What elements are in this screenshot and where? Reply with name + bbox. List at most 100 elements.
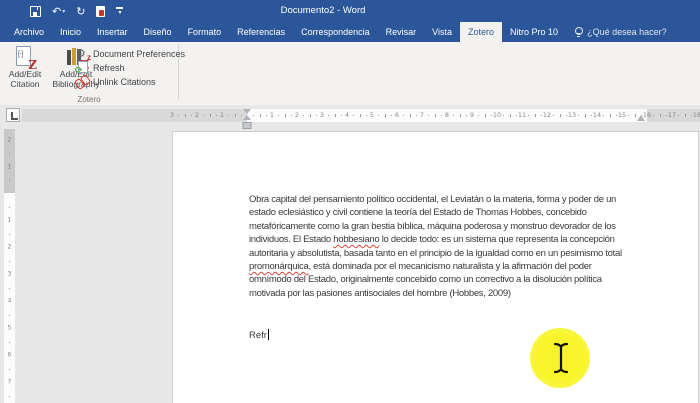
ruler-tick bbox=[334, 114, 336, 117]
ruler-tick bbox=[609, 114, 611, 117]
ruler-dot bbox=[240, 115, 242, 116]
ruler-tick bbox=[659, 114, 661, 117]
save-icon[interactable] bbox=[30, 5, 41, 17]
ruler-number: 2 bbox=[7, 242, 12, 251]
ruler-dot bbox=[9, 206, 10, 208]
ruler-tick bbox=[284, 114, 286, 117]
small-button-label: Unlink Citations bbox=[93, 76, 156, 87]
vertical-ruler[interactable]: 2 1 1 2 3 4 5 6 7 bbox=[4, 129, 15, 403]
ruler-dot bbox=[9, 395, 10, 397]
ruler-number: 14 bbox=[592, 111, 602, 119]
qat-customize-icon[interactable]: ▾ bbox=[116, 7, 124, 15]
refresh-icon bbox=[75, 61, 89, 76]
ruler-dot bbox=[578, 115, 580, 116]
help-label: ¿Qué desea hacer? bbox=[587, 27, 667, 37]
ruler-tick bbox=[309, 114, 311, 117]
ruler-number: 17 bbox=[667, 111, 677, 119]
ruler-dot bbox=[9, 368, 10, 370]
ribbon-tab-bar: Archivo Inicio Insertar Diseño Formato Refere… bbox=[0, 22, 700, 42]
ruler-dot bbox=[565, 115, 567, 116]
left-indent-marker[interactable] bbox=[242, 122, 252, 129]
ruler-dot bbox=[215, 115, 217, 116]
tab-correspondencia[interactable]: Correspondencia bbox=[293, 22, 378, 42]
nitro-pdf-icon[interactable] bbox=[96, 5, 106, 17]
ruler-tick bbox=[259, 114, 261, 117]
ruler-number: 1 bbox=[269, 111, 275, 119]
citation-document-icon: [-] Z bbox=[16, 46, 37, 71]
ruler-number: 1 bbox=[219, 111, 225, 119]
paragraph-line: estado eclesiástico y civil contiene la … bbox=[249, 207, 587, 219]
ruler-tick bbox=[534, 114, 536, 117]
ruler-dot bbox=[278, 115, 280, 116]
ruler-dot bbox=[690, 115, 692, 116]
ruler-number: 18 bbox=[692, 111, 700, 119]
ruler-tick bbox=[234, 114, 236, 117]
ruler-dot bbox=[440, 115, 442, 116]
paragraph-line: autoritaria y absolutista, basada tanto … bbox=[249, 247, 622, 259]
button-citation[interactable]: [-] Z Add/Edit Citation bbox=[6, 45, 44, 99]
tab-archivo[interactable]: Archivo bbox=[6, 22, 52, 42]
paragraph-line: promonárquica, está dominada por el meca… bbox=[249, 261, 592, 273]
tab-insertar[interactable]: Insertar bbox=[89, 22, 136, 42]
ruler-number: 8 bbox=[444, 111, 450, 119]
paragraph-line: motivada por las pasiones antisociales d… bbox=[249, 287, 511, 299]
ruler-dot bbox=[9, 287, 10, 289]
ruler-dot bbox=[340, 115, 342, 116]
button-label: Add/Edit Citation bbox=[8, 69, 42, 89]
ruler-dot bbox=[265, 115, 267, 116]
ruler-number: 6 bbox=[7, 350, 12, 359]
ruler-number: 13 bbox=[567, 111, 577, 119]
horizontal-ruler[interactable]: 3 2 1 1 2 3 4 5 6 7 8 9 10 11 12 13 14 15 16 17 18 bbox=[22, 109, 700, 129]
ruler-dot bbox=[9, 260, 10, 262]
tab-referencias[interactable]: Referencias bbox=[229, 22, 293, 42]
ruler-dot bbox=[303, 115, 305, 116]
paragraph-line: omnímodo del Estado, originalmente conce… bbox=[249, 274, 602, 286]
ruler-number: 6 bbox=[394, 111, 400, 119]
document-page[interactable]: Obra capital del pensamiento político oc… bbox=[172, 131, 699, 403]
document-area: 3 2 1 1 2 3 4 5 6 7 8 9 10 11 12 13 14 15 16 17 18 211234567… bbox=[0, 105, 700, 403]
ruler-dot bbox=[190, 115, 192, 116]
tab-vista[interactable]: Vista bbox=[424, 22, 460, 42]
ruler-dot bbox=[653, 115, 655, 116]
ruler-dot bbox=[9, 152, 10, 154]
button-document-preferences[interactable]: zDocument Preferences bbox=[76, 47, 185, 62]
ruler-dot bbox=[403, 115, 405, 116]
ruler-tick bbox=[509, 114, 511, 117]
ruler-dot bbox=[9, 314, 10, 316]
ruler-tick bbox=[634, 114, 636, 117]
tab-stop-selector[interactable] bbox=[6, 108, 20, 122]
tab-inicio[interactable]: Inicio bbox=[52, 22, 89, 42]
unlink-icon bbox=[73, 73, 92, 91]
first-line-indent-marker[interactable] bbox=[243, 109, 251, 114]
ruler-number: 4 bbox=[344, 111, 350, 119]
typed-text-line: Refr bbox=[249, 329, 269, 341]
button-refresh[interactable]: Refresh bbox=[75, 61, 125, 76]
tab-zotero[interactable]: Zotero bbox=[460, 22, 503, 42]
ruler-tick bbox=[559, 114, 561, 117]
ruler-dot bbox=[678, 115, 680, 116]
tab-nitro-pro-10[interactable]: Nitro Pro 10 bbox=[502, 22, 566, 42]
button-unlink-citations[interactable]: Unlink Citations bbox=[73, 73, 156, 91]
ruler-number: 12 bbox=[542, 111, 552, 119]
ruler-number: 1 bbox=[7, 162, 12, 171]
ruler-tick bbox=[184, 114, 186, 117]
ruler-dot bbox=[528, 115, 530, 116]
tab-formato[interactable]: Formato bbox=[180, 22, 230, 42]
tab-revisar[interactable]: Revisar bbox=[378, 22, 425, 42]
quick-access-toolbar: ↶ ▾ ↻ ▾ bbox=[30, 0, 124, 22]
right-indent-marker[interactable] bbox=[637, 115, 645, 121]
ruler-dot bbox=[615, 115, 617, 116]
ruler-number: 3 bbox=[319, 111, 325, 119]
ruler-dot bbox=[453, 115, 455, 116]
help-search[interactable]: ¿Qué desea hacer? bbox=[566, 22, 675, 42]
ruler-number: 5 bbox=[369, 111, 375, 119]
ruler-dot bbox=[253, 115, 255, 116]
ruler-tick bbox=[209, 114, 211, 117]
misspelled-word: hobbesiano bbox=[333, 234, 380, 246]
hanging-indent-marker[interactable] bbox=[243, 115, 251, 120]
tab-diseno[interactable]: Diseño bbox=[136, 22, 180, 42]
undo-icon[interactable]: ↶ ▾ bbox=[52, 6, 65, 17]
redo-icon[interactable]: ↻ bbox=[76, 6, 85, 17]
ruler-dot bbox=[203, 115, 205, 116]
gear-icon: z bbox=[76, 47, 91, 62]
